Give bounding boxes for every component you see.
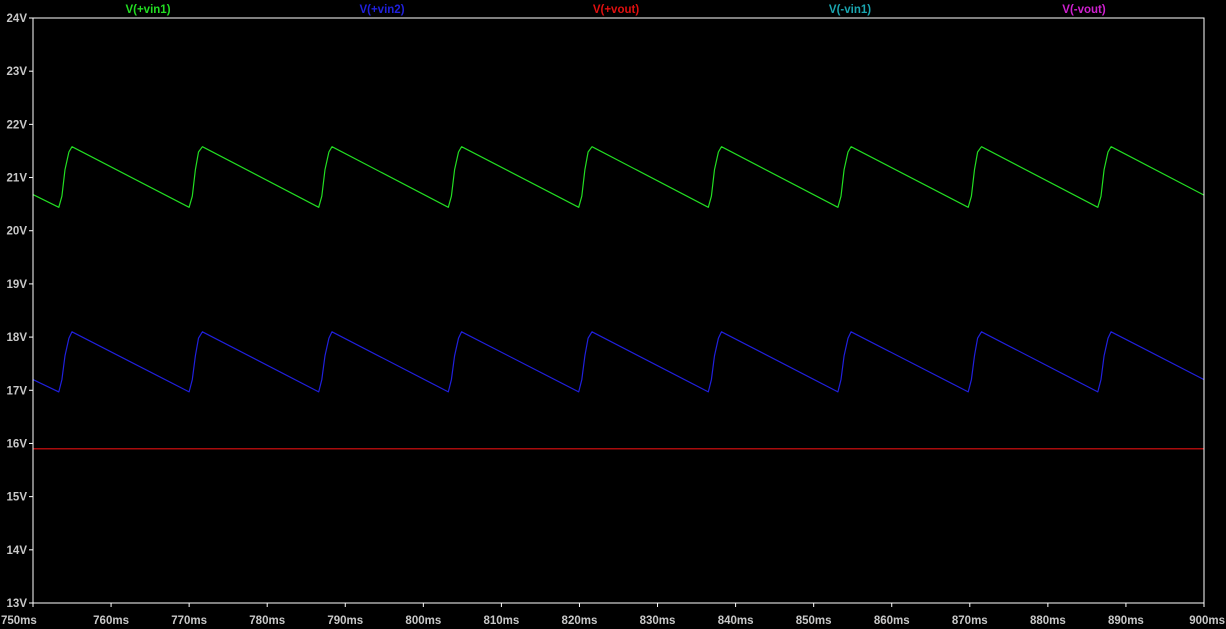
legend-label[interactable]: V(-vin1) (829, 4, 871, 16)
x-tick-label: 790ms (327, 615, 363, 627)
y-tick-label: 21V (7, 173, 28, 185)
y-tick-label: 18V (7, 332, 28, 344)
x-tick-label: 780ms (249, 615, 285, 627)
x-tick-label: 750ms (1, 615, 37, 627)
plot-background (0, 0, 1226, 629)
y-tick-label: 20V (7, 226, 28, 238)
y-tick-label: 16V (7, 438, 28, 450)
legend-label[interactable]: V(+vin2) (359, 4, 404, 16)
x-tick-label: 840ms (718, 615, 754, 627)
x-tick-label: 870ms (952, 615, 988, 627)
legend-label[interactable]: V(-vout) (1062, 4, 1106, 16)
y-tick-label: 23V (7, 66, 28, 78)
x-tick-label: 820ms (562, 615, 598, 627)
x-tick-label: 890ms (1108, 615, 1144, 627)
y-tick-label: 17V (7, 385, 28, 397)
x-tick-label: 810ms (483, 615, 519, 627)
legend-label[interactable]: V(+vin1) (125, 4, 170, 16)
y-tick-label: 15V (7, 492, 28, 504)
y-tick-label: 13V (7, 598, 28, 610)
y-tick-label: 22V (7, 119, 28, 131)
x-tick-label: 900ms (1189, 615, 1225, 627)
x-tick-label: 770ms (171, 615, 207, 627)
x-tick-label: 830ms (640, 615, 676, 627)
waveform-plot: V(+vin1) V(+vin2) V(+vout) V(-vin1) V(-vout)… (0, 0, 1226, 629)
x-tick-label: 880ms (1030, 615, 1066, 627)
y-tick-label: 14V (7, 545, 28, 557)
x-tick-label: 760ms (93, 615, 129, 627)
y-tick-label: 24V (7, 13, 28, 25)
x-tick-label: 800ms (405, 615, 441, 627)
x-tick-label: 860ms (874, 615, 910, 627)
x-tick-label: 850ms (796, 615, 832, 627)
y-tick-label: 19V (7, 279, 28, 291)
legend-label[interactable]: V(+vout) (593, 4, 639, 16)
